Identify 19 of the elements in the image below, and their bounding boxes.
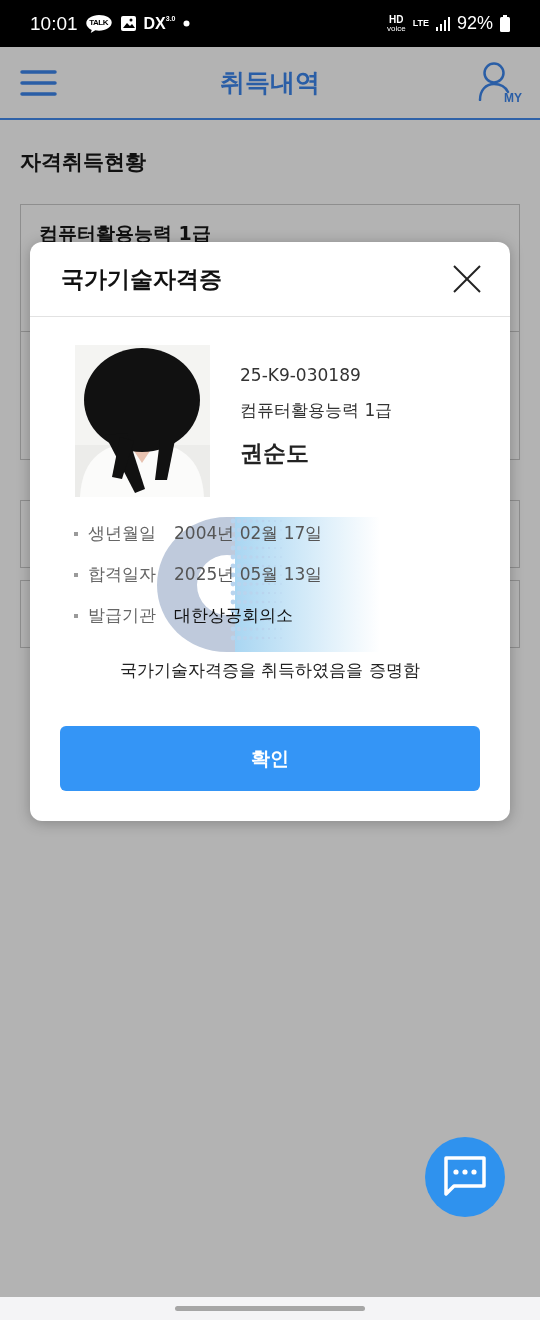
battery-percent: 92% [456, 13, 493, 34]
certification-statement: 국가기술자격증을 취득하였음을 증명함 [119, 659, 421, 682]
section-title: 자격취득현황 [20, 149, 147, 176]
detail-value: 대한상공회의소 [174, 604, 293, 627]
page-title: 취득내역 [220, 67, 320, 99]
detail-label: 생년월일 [88, 522, 157, 545]
certificate-number: 25-K9-030189 [240, 365, 362, 385]
hd-voice-indicator: HD voice [386, 14, 406, 33]
detail-label: 발급기관 [88, 604, 157, 627]
clock-time: 10:01 [30, 12, 78, 35]
qualification-name: 컴퓨터활용능력 1급 [240, 399, 393, 422]
chat-app-icon: TALK [84, 13, 113, 34]
app-label: DX$^{3.0}$ [143, 14, 176, 33]
holder-name: 권순도 [240, 439, 310, 468]
network-type: LTE [412, 19, 429, 28]
detail-value: 2004년 02월 17일 [174, 522, 323, 545]
detail-value: 2025년 05월 13일 [174, 563, 323, 586]
detail-label: 합격일자 [88, 563, 157, 586]
dialog-title: 국가기술자격증 [61, 264, 222, 294]
